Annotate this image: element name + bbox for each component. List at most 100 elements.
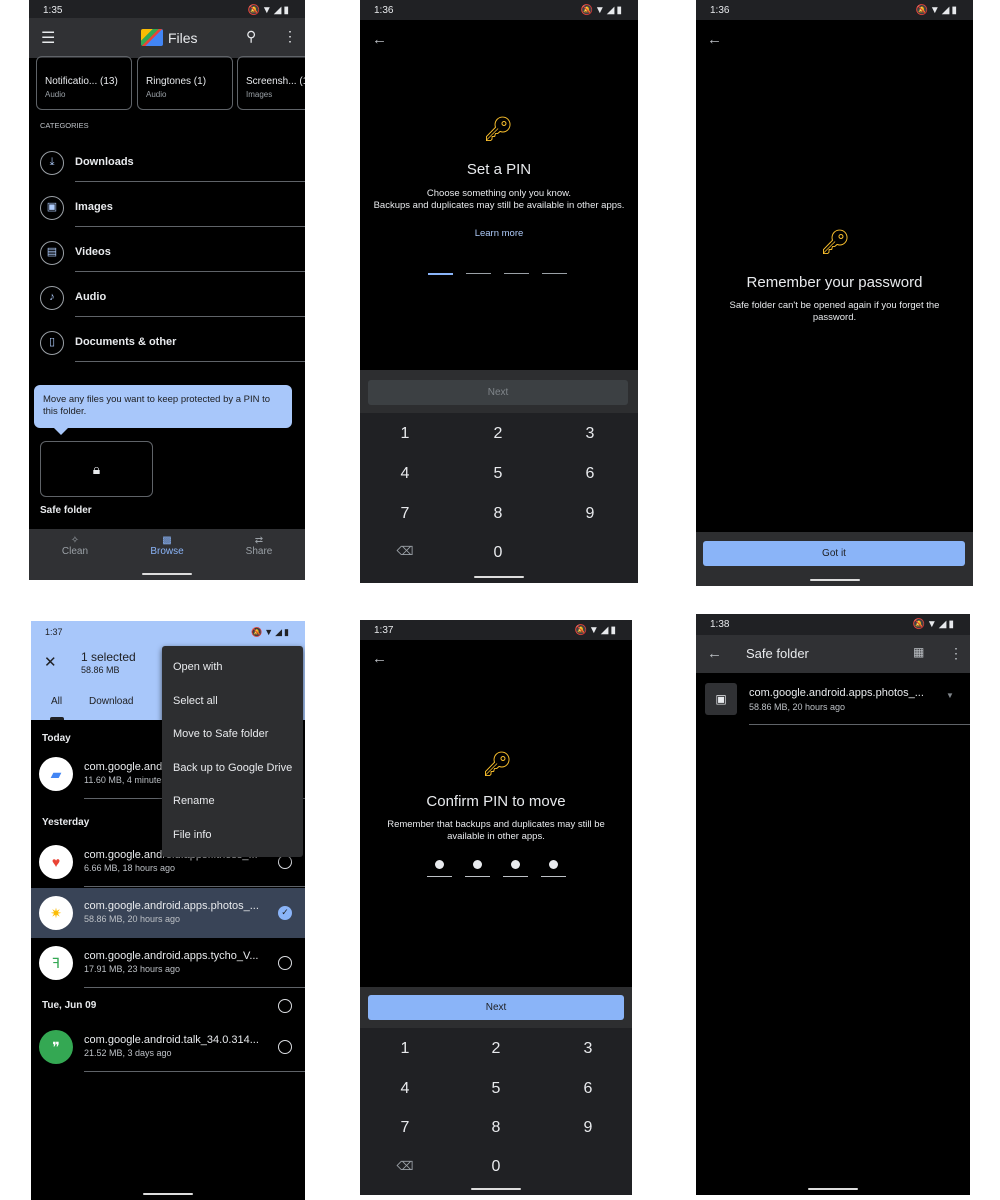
category-audio[interactable]: ♪ Audio <box>29 276 305 321</box>
body-text: Safe folder can't be opened again if you… <box>729 300 940 323</box>
fitness-app-icon: ♥ <box>39 845 73 879</box>
key-8[interactable]: 8 <box>476 1119 516 1137</box>
backspace-icon[interactable]: ⌫ <box>385 1159 425 1173</box>
sparkle-icon: ✧ <box>70 535 80 546</box>
learn-more-link[interactable]: Learn more <box>360 228 638 239</box>
nav-label: Browse <box>150 546 184 557</box>
next-button[interactable]: Next <box>368 995 624 1020</box>
select-radio[interactable] <box>278 999 292 1013</box>
category-label: Documents & other <box>75 336 177 348</box>
key-1[interactable]: 1 <box>385 425 425 443</box>
menu-icon[interactable]: ☰ <box>41 28 55 48</box>
safe-folder-card[interactable]: 🔒︎ <box>40 441 153 497</box>
menu-item-move-to-safe-folder[interactable]: Move to Safe folder <box>162 718 303 752</box>
key-7[interactable]: 7 <box>385 505 425 523</box>
menu-item-file-info[interactable]: File info <box>162 819 303 853</box>
key-2[interactable]: 2 <box>476 1040 516 1058</box>
menu-item-open-with[interactable]: Open with <box>162 651 303 685</box>
divider <box>749 724 970 725</box>
menu-item-back-up[interactable]: Back up to Google Drive <box>162 752 303 786</box>
key-3[interactable]: 3 <box>568 1040 608 1058</box>
home-indicator[interactable] <box>474 576 524 578</box>
home-indicator[interactable] <box>809 579 860 581</box>
back-arrow-icon[interactable]: ← <box>707 645 722 662</box>
selected-count: 1 selected <box>81 650 136 664</box>
file-meta: 17.91 MB, 23 hours ago <box>84 964 181 974</box>
home-indicator[interactable] <box>471 1188 521 1190</box>
key-7[interactable]: 7 <box>385 1119 425 1137</box>
menu-item-select-all[interactable]: Select all <box>162 685 303 719</box>
recent-card[interactable]: Notificatio... (13) Audio <box>36 56 132 110</box>
file-meta: 6.66 MB, 18 hours ago <box>84 863 176 873</box>
pin-slot <box>465 876 490 877</box>
check-icon[interactable]: ✓ <box>278 906 292 920</box>
key-6[interactable]: 6 <box>570 465 610 483</box>
subtitle-line: Backups and duplicates may still be avai… <box>373 200 625 211</box>
home-indicator[interactable] <box>808 1188 858 1190</box>
nav-clean[interactable]: ✧ Clean <box>59 535 91 557</box>
file-row[interactable]: ꟻ com.google.android.apps.tycho_V... 17.91… <box>31 938 305 988</box>
back-arrow-icon[interactable]: ← <box>372 650 387 667</box>
home-indicator[interactable] <box>142 573 192 575</box>
download-icon: ⤓ <box>40 151 64 175</box>
select-radio[interactable] <box>278 855 292 869</box>
screen-remember-password: 1:36 🔕▼◢▮ ← 🔑︎ Remember your password Saf… <box>696 0 973 586</box>
nav-share[interactable]: ⇄ Share <box>242 535 276 557</box>
tooltip: Move any files you want to keep protecte… <box>34 385 292 435</box>
photos-app-icon: ✷ <box>39 896 73 930</box>
key-3[interactable]: 3 <box>570 425 610 443</box>
menu-item-rename[interactable]: Rename <box>162 785 303 819</box>
key-9[interactable]: 9 <box>568 1119 608 1137</box>
got-it-button[interactable]: Got it <box>703 541 965 566</box>
select-radio[interactable] <box>278 1040 292 1054</box>
key-5[interactable]: 5 <box>476 1080 516 1098</box>
category-images[interactable]: ▣ Images <box>29 186 305 231</box>
key-4[interactable]: 4 <box>385 1080 425 1098</box>
key-6[interactable]: 6 <box>568 1080 608 1098</box>
status-bar: 1:37 🔕▼◢▮ <box>360 620 632 640</box>
key-4[interactable]: 4 <box>385 465 425 483</box>
nav-label: Share <box>245 546 273 557</box>
app-title: Files <box>168 30 198 46</box>
next-button[interactable]: Next <box>368 380 628 405</box>
chevron-down-icon[interactable]: ▼ <box>946 691 954 700</box>
key-9[interactable]: 9 <box>570 505 610 523</box>
file-row[interactable]: ▣ com.google.android.apps.photos_... 58.… <box>696 683 970 725</box>
body-text: Remember that backups and duplicates may… <box>387 819 605 842</box>
grid-view-icon[interactable]: ▦ <box>913 645 924 659</box>
recent-card[interactable]: Ringtones (1) Audio <box>137 56 233 110</box>
file-row-selected[interactable]: ✷ com.google.android.apps.photos_... 58.86… <box>31 888 305 938</box>
key-sparkle-icon: 🔑︎ <box>820 229 851 256</box>
key-0[interactable]: 0 <box>478 544 518 562</box>
file-name: com.google.android.apps.photos_... <box>84 900 259 912</box>
tab-download[interactable]: Download <box>89 696 133 707</box>
recent-card[interactable]: Screensh... (1 Images <box>237 56 305 110</box>
nav-browse[interactable]: ▩ Browse <box>147 535 187 557</box>
key-sparkle-icon: 🔑︎ <box>482 751 513 778</box>
search-icon[interactable]: ⚲ <box>246 28 256 45</box>
tab-all[interactable]: All <box>51 696 62 707</box>
category-documents[interactable]: ▯ Documents & other <box>29 321 305 366</box>
pin-dot <box>435 860 444 869</box>
category-downloads[interactable]: ⤓ Downloads <box>29 141 305 186</box>
category-videos[interactable]: ▤ Videos <box>29 231 305 276</box>
card-title: Notificatio... (13) <box>45 76 118 87</box>
file-name: com.google.android.apps.tycho_V... <box>84 950 259 962</box>
nav-label: Clean <box>61 546 89 557</box>
key-5[interactable]: 5 <box>478 465 518 483</box>
title: Set a PIN <box>466 161 532 178</box>
select-radio[interactable] <box>278 956 292 970</box>
key-1[interactable]: 1 <box>385 1040 425 1058</box>
close-icon[interactable]: ✕ <box>44 653 57 671</box>
back-arrow-icon[interactable]: ← <box>372 31 387 48</box>
more-icon[interactable]: ⋮ <box>283 28 297 45</box>
key-8[interactable]: 8 <box>478 505 518 523</box>
backspace-icon[interactable]: ⌫ <box>385 544 425 558</box>
key-0[interactable]: 0 <box>476 1158 516 1176</box>
more-icon[interactable]: ⋮ <box>949 645 963 662</box>
pin-slot <box>427 876 452 877</box>
file-row[interactable]: ❞ com.google.android.talk_34.0.314... 21.5… <box>31 1022 305 1072</box>
key-2[interactable]: 2 <box>478 425 518 443</box>
back-arrow-icon[interactable]: ← <box>707 31 722 48</box>
home-indicator[interactable] <box>143 1193 193 1195</box>
